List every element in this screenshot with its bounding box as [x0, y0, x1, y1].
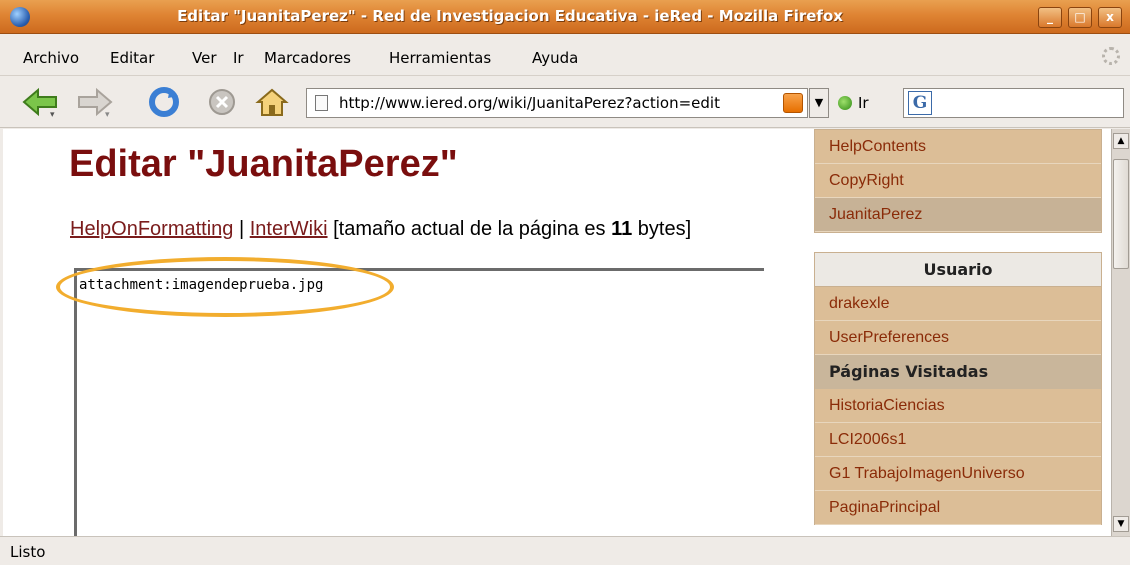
- visited-pages-header: Páginas Visitadas: [815, 355, 1101, 389]
- scroll-down-icon[interactable]: ▼: [1113, 516, 1129, 532]
- close-button[interactable]: x: [1098, 7, 1122, 28]
- highlight-ellipse: [56, 257, 394, 317]
- sidebar-item-historiaciencias[interactable]: HistoriaCiencias: [815, 389, 1101, 423]
- sidebar-item-helpcontents[interactable]: HelpContents: [815, 130, 1101, 164]
- status-text: Listo: [10, 543, 46, 561]
- go-icon: [838, 96, 852, 110]
- sidebar-item-copyright[interactable]: CopyRight: [815, 164, 1101, 198]
- window-title: Editar "JuanitaPerez" - Red de Investiga…: [177, 7, 843, 25]
- back-arrow-icon[interactable]: ▾: [20, 86, 60, 118]
- navigation-toolbar: ▾ ▾ http://www.iered.org/wiki/JuanitaPer…: [0, 76, 1130, 128]
- google-search-icon[interactable]: G: [908, 91, 932, 115]
- title-bar: Editar "JuanitaPerez" - Red de Investiga…: [0, 0, 1130, 34]
- stop-icon[interactable]: [206, 86, 238, 118]
- menu-marcadores[interactable]: Marcadores: [264, 49, 351, 67]
- minimize-button[interactable]: _: [1038, 7, 1062, 28]
- interwiki-link[interactable]: InterWiki: [250, 218, 328, 240]
- sidebar-item-g1-trabajoimagenuniverso[interactable]: G1 TrabajoImagenUniverso: [815, 457, 1101, 491]
- page-document-icon: [315, 95, 328, 111]
- sidebar-item-userpreferences[interactable]: UserPreferences: [815, 321, 1101, 355]
- sidebar: HelpContents CopyRight JuanitaPerez Usua…: [811, 129, 1111, 536]
- menu-editar[interactable]: Editar: [110, 49, 154, 67]
- user-header: Usuario: [815, 253, 1101, 287]
- page-size-prefix: [tamaño actual de la página es: [333, 218, 606, 240]
- home-icon[interactable]: [254, 86, 290, 118]
- sidebar-navigation-box: HelpContents CopyRight JuanitaPerez: [814, 129, 1102, 233]
- throbber-icon: [1102, 47, 1120, 65]
- menu-archivo[interactable]: Archivo: [23, 49, 79, 67]
- help-on-formatting-link[interactable]: HelpOnFormatting: [70, 218, 233, 240]
- menu-bar: Archivo Editar Ver Ir Marcadores Herrami…: [0, 34, 1130, 76]
- url-dropdown-button[interactable]: ▼: [809, 88, 829, 118]
- page-size-suffix: bytes]: [637, 218, 692, 240]
- search-box[interactable]: G: [903, 88, 1124, 118]
- page-content: Editar "JuanitaPerez" HelpOnFormatting |…: [3, 129, 1111, 536]
- svg-text:▾: ▾: [50, 110, 55, 118]
- scroll-up-icon[interactable]: ▲: [1113, 133, 1129, 149]
- page-size-value: 11: [611, 218, 633, 240]
- menu-ayuda[interactable]: Ayuda: [532, 49, 578, 67]
- go-label: Ir: [858, 94, 869, 112]
- maximize-button[interactable]: □: [1068, 7, 1092, 28]
- link-separator: |: [238, 218, 245, 240]
- menu-ir[interactable]: Ir: [233, 49, 244, 67]
- sidebar-item-paginaprincipal[interactable]: PaginaPrincipal: [815, 491, 1101, 525]
- menu-herramientas[interactable]: Herramientas: [389, 49, 491, 67]
- forward-arrow-icon[interactable]: ▾: [75, 86, 115, 118]
- status-bar: Listo: [0, 536, 1130, 565]
- sidebar-item-lci2006s1[interactable]: LCI2006s1: [815, 423, 1101, 457]
- sidebar-item-drakexle[interactable]: drakexle: [815, 287, 1101, 321]
- sidebar-item-juanitaperez[interactable]: JuanitaPerez: [815, 198, 1101, 232]
- vertical-scrollbar[interactable]: ▲ ▼: [1111, 129, 1130, 536]
- reload-icon[interactable]: [148, 86, 182, 118]
- url-bar[interactable]: http://www.iered.org/wiki/JuanitaPerez?a…: [306, 88, 808, 118]
- svg-text:▾: ▾: [105, 110, 110, 118]
- go-button[interactable]: Ir: [838, 94, 869, 112]
- sidebar-user-box: Usuario drakexle UserPreferences Páginas…: [814, 252, 1102, 525]
- scroll-thumb[interactable]: [1113, 159, 1129, 269]
- url-text[interactable]: http://www.iered.org/wiki/JuanitaPerez?a…: [339, 94, 779, 112]
- help-line: HelpOnFormatting | InterWiki [tamaño act…: [70, 218, 691, 241]
- page-title: Editar "JuanitaPerez": [69, 143, 458, 185]
- menu-ver[interactable]: Ver: [192, 49, 217, 67]
- rss-feed-icon[interactable]: [783, 93, 803, 113]
